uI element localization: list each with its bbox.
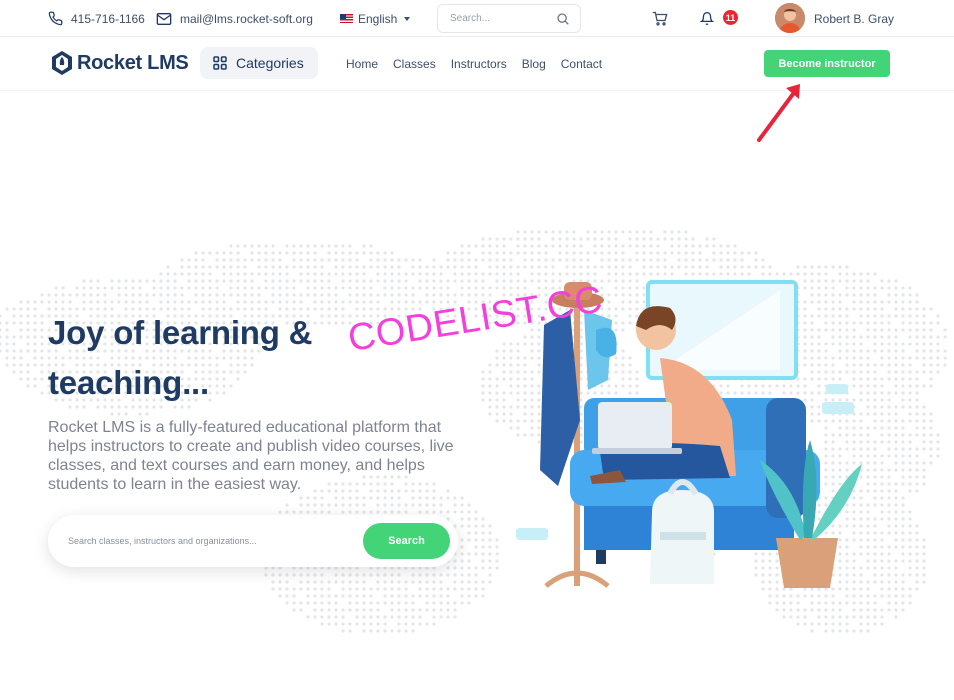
- mail-icon: [156, 12, 172, 25]
- nav-link-contact[interactable]: Contact: [561, 57, 602, 71]
- email-address: mail@lms.rocket-soft.org: [180, 11, 313, 26]
- hero-search-button[interactable]: Search: [363, 523, 450, 559]
- main-navbar: Rocket LMS Categories Home Classes Instr…: [0, 37, 954, 91]
- cart-icon: [652, 11, 668, 26]
- avatar[interactable]: [775, 3, 805, 33]
- categories-button[interactable]: Categories: [200, 47, 318, 79]
- hero-description: Rocket LMS is a fully-featured education…: [48, 419, 454, 493]
- nav-link-home[interactable]: Home: [346, 57, 378, 71]
- nav-link-blog[interactable]: Blog: [522, 57, 546, 71]
- chevron-down-icon: [404, 16, 411, 21]
- nav-link-classes[interactable]: Classes: [393, 57, 436, 71]
- top-bar: 415-716-1166 mail@lms.rocket-soft.org En…: [0, 0, 954, 37]
- top-search-box: [437, 4, 581, 33]
- language-label: English: [358, 11, 398, 26]
- nav-links: Home Classes Instructors Blog Contact: [346, 37, 617, 91]
- notifications-button[interactable]: [700, 0, 722, 37]
- user-name[interactable]: Robert B. Gray: [814, 0, 894, 37]
- hero-search-input[interactable]: [68, 536, 328, 546]
- arrow-annotation: [757, 84, 800, 142]
- rocket-logo-icon: [52, 51, 72, 75]
- email-contact[interactable]: mail@lms.rocket-soft.org: [156, 0, 313, 37]
- avatar-image: [775, 3, 805, 33]
- top-search-input[interactable]: [450, 13, 540, 24]
- us-flag-icon: [340, 14, 353, 23]
- phone-icon: [48, 11, 63, 26]
- logo[interactable]: Rocket LMS: [50, 50, 189, 76]
- cart-button[interactable]: [652, 0, 676, 37]
- hero-search-box: Search: [48, 515, 458, 567]
- hero-title: Joy of learning & teaching...: [48, 314, 313, 401]
- grid-icon: [213, 56, 227, 70]
- phone-number: 415-716-1166: [71, 11, 145, 26]
- bell-icon: [700, 12, 714, 25]
- categories-label: Categories: [236, 55, 304, 71]
- search-icon[interactable]: [556, 12, 570, 26]
- become-instructor-button[interactable]: Become instructor: [764, 50, 890, 77]
- logo-text: Rocket LMS: [77, 51, 189, 74]
- phone-contact[interactable]: 415-716-1166: [48, 0, 145, 37]
- notification-count-badge: 11: [723, 10, 738, 25]
- nav-link-instructors[interactable]: Instructors: [451, 57, 507, 71]
- language-selector[interactable]: English: [340, 0, 411, 37]
